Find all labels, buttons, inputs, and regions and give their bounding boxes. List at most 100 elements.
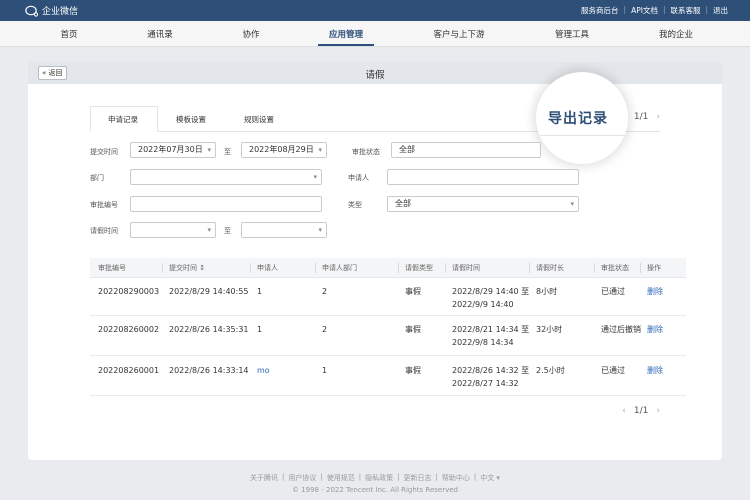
top-bar: 企业微信 服务商后台 | API文档 | 联系客服 | 退出 bbox=[0, 0, 750, 21]
link-contact-support[interactable]: 联系客服 bbox=[670, 5, 700, 16]
th-time: 请假时间 bbox=[452, 264, 480, 272]
cell-type: 事假 bbox=[405, 325, 421, 334]
nav-customers[interactable]: 客户与上下游 bbox=[433, 28, 484, 40]
divider: | bbox=[320, 473, 323, 481]
delete-button[interactable]: 删除 bbox=[647, 323, 663, 336]
app-logo[interactable]: 企业微信 bbox=[25, 4, 78, 17]
submit-end-value: 2022年08月29日 bbox=[249, 145, 314, 154]
main-nav: 首页 通讯录 协作 应用管理 客户与上下游 管理工具 我的企业 bbox=[0, 21, 750, 47]
divider: | bbox=[623, 5, 627, 14]
divider bbox=[315, 263, 316, 273]
magnifier-callout: 导出记录 bbox=[536, 72, 628, 164]
dept-select[interactable]: ▾ bbox=[130, 169, 322, 185]
table-header: 审批编号 提交时间 ↕ 申请人 申请人部门 请假类型 请假时间 请假时长 审批状… bbox=[90, 258, 686, 278]
number-input[interactable] bbox=[130, 196, 322, 212]
cell-status: 已通过 bbox=[601, 366, 625, 375]
cell-type: 事假 bbox=[405, 287, 421, 296]
link-provider-backend[interactable]: 服务商后台 bbox=[581, 5, 619, 16]
records-table: 审批编号 提交时间 ↕ 申请人 申请人部门 请假类型 请假时间 请假时长 审批状… bbox=[90, 258, 686, 396]
cell-id: 202208260001 bbox=[98, 366, 160, 375]
th-type: 请假类型 bbox=[405, 264, 433, 272]
type-select[interactable]: 全部 ▾ bbox=[387, 196, 579, 212]
cell-id: 202208260002 bbox=[98, 325, 160, 334]
footer-link-usage[interactable]: 使用规范 bbox=[327, 473, 355, 483]
link-api-docs[interactable]: API文档 bbox=[631, 5, 658, 16]
app-logo-text: 企业微信 bbox=[42, 7, 79, 17]
divider: | bbox=[282, 473, 285, 481]
type-value: 全部 bbox=[395, 199, 411, 208]
applicant-input[interactable] bbox=[387, 169, 579, 185]
footer-link-changelog[interactable]: 更新日志 bbox=[403, 473, 431, 483]
page-title: 请假 bbox=[365, 70, 385, 81]
chevron-down-icon: ▾ bbox=[318, 226, 322, 234]
tab-rules[interactable]: 规则设置 bbox=[244, 114, 274, 125]
table-row: 202208260001 2022/8/26 14:33:14 mo 1 事假 … bbox=[90, 356, 686, 396]
table-row: 202208260002 2022/8/26 14:35:31 1 2 事假 2… bbox=[90, 316, 686, 356]
cell-status: 通过后撤销 bbox=[601, 325, 641, 334]
number-label: 审批编号 bbox=[90, 201, 118, 209]
chevron-down-icon: ▾ bbox=[313, 173, 317, 181]
tab-records[interactable]: 申请记录 bbox=[108, 114, 138, 125]
divider: | bbox=[705, 5, 708, 14]
chevron-right-icon[interactable]: › bbox=[656, 406, 660, 416]
divider bbox=[250, 263, 251, 273]
footer-link-terms[interactable]: 用户协议 bbox=[288, 473, 316, 483]
cell-time-start: 2022/8/29 14:40 至 bbox=[452, 287, 530, 296]
cell-time-end: 2022/9/9 14:40 bbox=[452, 300, 514, 309]
cell-time-end: 2022/8/27 14:32 bbox=[452, 379, 519, 388]
divider bbox=[445, 263, 446, 273]
status-select[interactable]: 全部 bbox=[391, 142, 541, 158]
nav-tools[interactable]: 管理工具 bbox=[555, 28, 589, 40]
th-duration: 请假时长 bbox=[536, 264, 564, 272]
top-pager: 1/1 › bbox=[634, 112, 660, 122]
wecom-logo-icon bbox=[25, 5, 39, 17]
language-selector[interactable]: 中文 ▾ bbox=[480, 473, 500, 483]
cell-duration: 32小时 bbox=[536, 325, 563, 334]
chevron-down-icon: ▾ bbox=[570, 200, 574, 208]
type-label: 类型 bbox=[348, 201, 362, 209]
cell-type: 事假 bbox=[405, 366, 421, 375]
chevron-down-icon: ▾ bbox=[318, 146, 322, 154]
tab-templates[interactable]: 模板设置 bbox=[176, 114, 206, 125]
cell-time-end: 2022/9/8 14:34 bbox=[452, 338, 514, 347]
nav-my-company[interactable]: 我的企业 bbox=[659, 28, 693, 40]
th-dept: 申请人部门 bbox=[322, 264, 357, 272]
leave-start-select[interactable]: ▾ bbox=[130, 222, 216, 238]
page-header: « 返回 请假 bbox=[28, 62, 722, 84]
status-label: 审批状态 bbox=[352, 148, 380, 156]
submit-end-select[interactable]: 2022年08月29日 ▾ bbox=[241, 142, 327, 158]
cell-submitted: 2022/8/26 14:35:31 bbox=[169, 325, 249, 334]
cell-submitted: 2022/8/26 14:33:14 bbox=[169, 366, 249, 375]
nav-collaboration[interactable]: 协作 bbox=[242, 28, 259, 40]
content-card: 申请记录 模板设置 规则设置 1/1 › 导出记录 提交时间 2022年07月3… bbox=[28, 72, 722, 460]
th-submitted[interactable]: 提交时间 ↕ bbox=[169, 263, 205, 273]
divider bbox=[398, 263, 399, 273]
divider bbox=[529, 263, 530, 273]
cell-submitted: 2022/8/29 14:40:55 bbox=[169, 287, 249, 296]
footer-link-help[interactable]: 帮助中心 bbox=[442, 473, 470, 483]
footer-links: 关于腾讯 | 用户协议 | 使用规范 | 隐私政策 | 更新日志 | 帮助中心 | 中文 ▾ bbox=[0, 473, 750, 483]
delete-button[interactable]: 删除 bbox=[647, 285, 663, 298]
leave-end-select[interactable]: ▾ bbox=[241, 222, 327, 238]
footer-link-privacy[interactable]: 隐私政策 bbox=[365, 473, 393, 483]
delete-button[interactable]: 删除 bbox=[647, 364, 663, 377]
export-records-button[interactable]: 导出记录 bbox=[548, 108, 608, 128]
nav-active-indicator bbox=[318, 44, 374, 46]
cell-duration: 8小时 bbox=[536, 287, 558, 296]
chevron-left-icon[interactable]: ‹ bbox=[622, 406, 626, 416]
divider: | bbox=[662, 5, 666, 14]
link-logout[interactable]: 退出 bbox=[713, 5, 728, 16]
th-status: 审批状态 bbox=[601, 264, 629, 272]
nav-home[interactable]: 首页 bbox=[60, 28, 77, 40]
bottom-pager: ‹ 1/1 › bbox=[622, 406, 660, 416]
chevron-right-icon[interactable]: › bbox=[656, 112, 660, 122]
nav-app-management[interactable]: 应用管理 bbox=[329, 28, 363, 40]
to-label: 至 bbox=[224, 227, 231, 235]
nav-contacts[interactable]: 通讯录 bbox=[147, 28, 173, 40]
cell-applicant[interactable]: mo bbox=[257, 364, 270, 377]
footer-link-about[interactable]: 关于腾讯 bbox=[250, 473, 278, 483]
submit-start-select[interactable]: 2022年07月30日 ▾ bbox=[130, 142, 216, 158]
divider: | bbox=[397, 473, 400, 481]
cell-time-start: 2022/8/26 14:32 至 bbox=[452, 366, 530, 375]
divider bbox=[162, 263, 163, 273]
